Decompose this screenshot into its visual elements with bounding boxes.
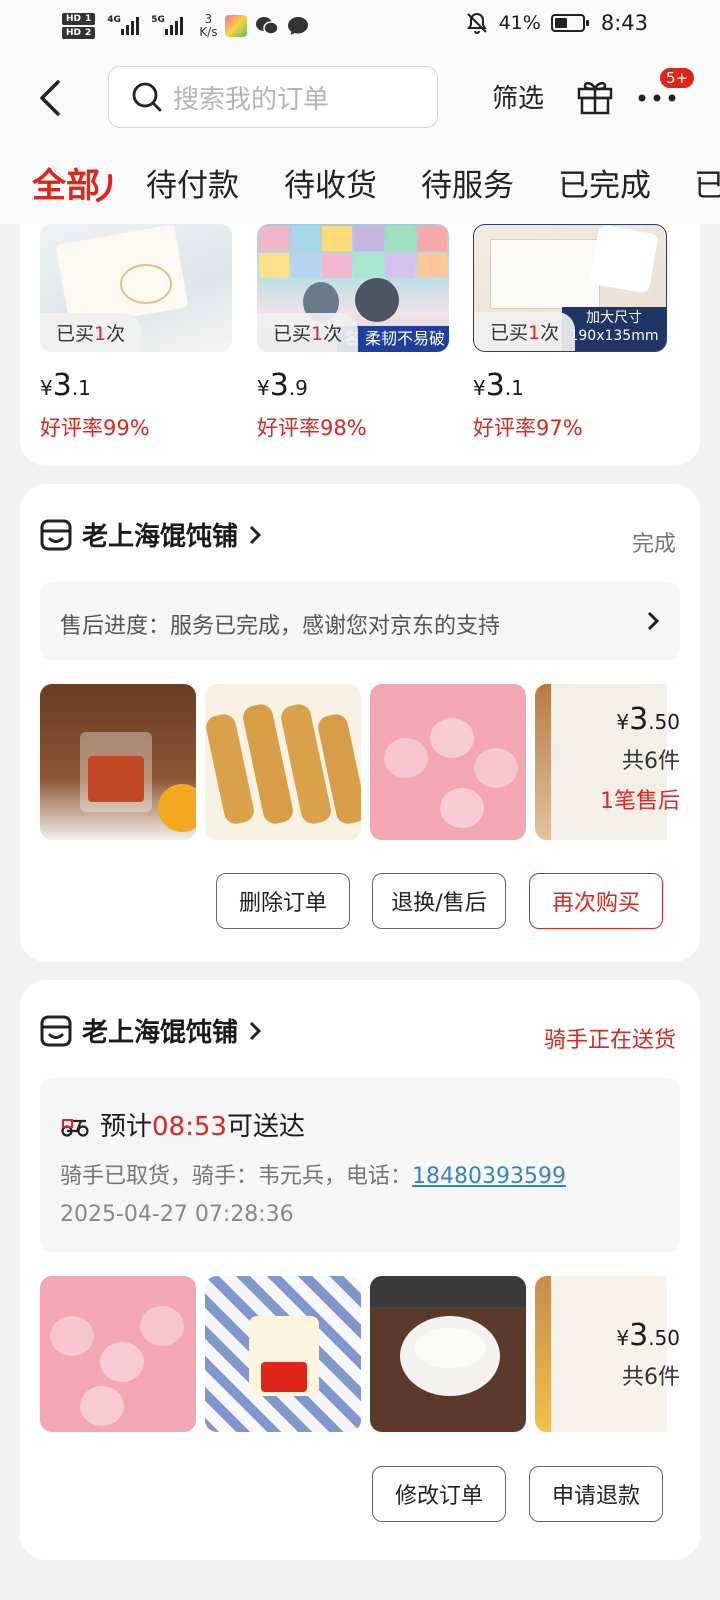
product-image[interactable] [370, 1276, 526, 1432]
product-price: ¥3.1 [473, 368, 524, 403]
more-options-icon[interactable] [637, 88, 677, 108]
network-speed: 3 K/s [199, 12, 218, 39]
shop-icon [40, 519, 72, 550]
filter-button[interactable]: 筛选 [492, 78, 544, 115]
search-icon [132, 82, 162, 112]
status-timestamp: 2025-04-27 07:28:36 [60, 1202, 294, 1227]
item-count: 共6件 [622, 749, 680, 774]
after-sale-count: 1笔售后 [600, 789, 680, 814]
shop-link[interactable]: 老上海馄饨铺 [40, 516, 262, 553]
bought-count-tag: 已买1次 [257, 313, 359, 352]
active-tab-indicator [96, 174, 113, 202]
product-image[interactable] [40, 1276, 196, 1432]
delivery-scooter-icon [61, 1118, 89, 1137]
return-exchange-button[interactable]: 退换/售后 [372, 873, 506, 929]
order-card[interactable]: 老上海馄饨铺 完成 售后进度：服务已完成，感谢您对京东的支持 ¥3.50 共6件… [20, 484, 700, 962]
mute-bell-icon [466, 12, 487, 34]
status-bar: HD 1 HD 2 4G 5G 3 K/s 41% 8:43 [0, 0, 720, 50]
order-total-price: ¥3.50 [616, 702, 680, 737]
product-image[interactable] [40, 684, 196, 840]
shop-link[interactable]: 老上海馄饨铺 [40, 1012, 262, 1049]
order-status: 完成 [631, 532, 676, 557]
hd-indicator: HD 1 HD 2 [62, 13, 96, 39]
product-rating: 好评率98% [257, 416, 367, 440]
order-summary: ¥3.50 共6件 [616, 1318, 680, 1391]
shop-icon [40, 1015, 72, 1046]
request-refund-button[interactable]: 申请退款 [529, 1466, 663, 1522]
gift-icon[interactable] [575, 76, 615, 116]
product-banner: 加大尺寸 190x135mm [562, 307, 666, 351]
bought-count-tag: 已买1次 [474, 312, 576, 351]
delivery-info[interactable]: 预计08:53可送达 骑手已取货，骑手：韦元兵，电话：18480393599 2… [40, 1078, 680, 1252]
top-header: 搜索我的订单 筛选 5+ [0, 50, 720, 142]
tab-more[interactable]: 已 [694, 160, 720, 205]
order-status: 骑手正在送货 [543, 1028, 676, 1053]
product-rating: 好评率99% [40, 416, 150, 440]
recommend-card: 已买1次 ¥3.1 好评率99% 名 柔韧不易破 已买1次 ¥3.9 好评率98… [20, 224, 700, 466]
eta-row: 预计08:53可送达 [60, 1106, 305, 1143]
clock: 8:43 [600, 11, 648, 35]
chevron-right-icon [647, 611, 660, 631]
back-arrow-icon[interactable] [36, 78, 66, 118]
product-image[interactable] [370, 684, 526, 840]
buy-again-button[interactable]: 再次购买 [529, 873, 663, 929]
product-price: ¥3.9 [257, 368, 308, 403]
signal-5g-icon: 5G [151, 15, 184, 35]
shop-name: 老上海馄饨铺 [82, 522, 239, 552]
rider-phone-link[interactable]: 18480393599 [412, 1164, 566, 1189]
notification-badge: 5+ [658, 66, 697, 90]
tab-pending-service[interactable]: 待服务 [421, 160, 514, 205]
chevron-right-icon [249, 1021, 262, 1040]
tab-all[interactable]: 全部 [32, 158, 100, 207]
order-tabs: 全部 待付款 待收货 待服务 已完成 已 [0, 142, 720, 224]
search-placeholder: 搜索我的订单 [173, 84, 330, 115]
app-notification-icon [225, 15, 248, 37]
order-summary: ¥3.50 共6件 1笔售后 [600, 702, 680, 815]
message-icon [288, 17, 309, 35]
delete-order-button[interactable]: 删除订单 [216, 873, 350, 929]
after-sale-progress[interactable]: 售后进度：服务已完成，感谢您对京东的支持 [40, 582, 680, 660]
shop-name: 老上海馄饨铺 [82, 1018, 239, 1048]
product-image[interactable]: 名 柔韧不易破 已买1次 [257, 224, 449, 352]
item-count: 共6件 [622, 1365, 680, 1390]
tab-pending-payment[interactable]: 待付款 [146, 160, 239, 205]
signal-4g-icon: 4G [107, 15, 140, 35]
battery-percent: 41% [498, 12, 541, 34]
wechat-icon [256, 17, 280, 35]
rider-info: 骑手已取货，骑手：韦元兵，电话：18480393599 [60, 1164, 566, 1189]
tab-pending-receipt[interactable]: 待收货 [284, 160, 377, 205]
product-image[interactable]: 加大尺寸 190x135mm 已买1次 [473, 224, 667, 352]
modify-order-button[interactable]: 修改订单 [372, 1466, 506, 1522]
search-input[interactable]: 搜索我的订单 [108, 66, 438, 128]
product-image[interactable]: 已买1次 [40, 224, 232, 352]
product-image[interactable] [205, 684, 361, 840]
product-price: ¥3.1 [40, 368, 91, 403]
chevron-right-icon [249, 525, 262, 544]
battery-icon [550, 14, 589, 32]
product-rating: 好评率97% [473, 416, 583, 440]
eta-time: 08:53 [152, 1112, 227, 1142]
bought-count-tag: 已买1次 [40, 313, 142, 352]
tab-completed[interactable]: 已完成 [558, 160, 651, 205]
product-image[interactable] [205, 1276, 361, 1432]
order-card[interactable]: 老上海馄饨铺 骑手正在送货 预计08:53可送达 骑手已取货，骑手：韦元兵，电话… [20, 980, 700, 1560]
order-total-price: ¥3.50 [616, 1318, 680, 1353]
after-sale-progress-text: 售后进度：服务已完成，感谢您对京东的支持 [60, 614, 501, 639]
